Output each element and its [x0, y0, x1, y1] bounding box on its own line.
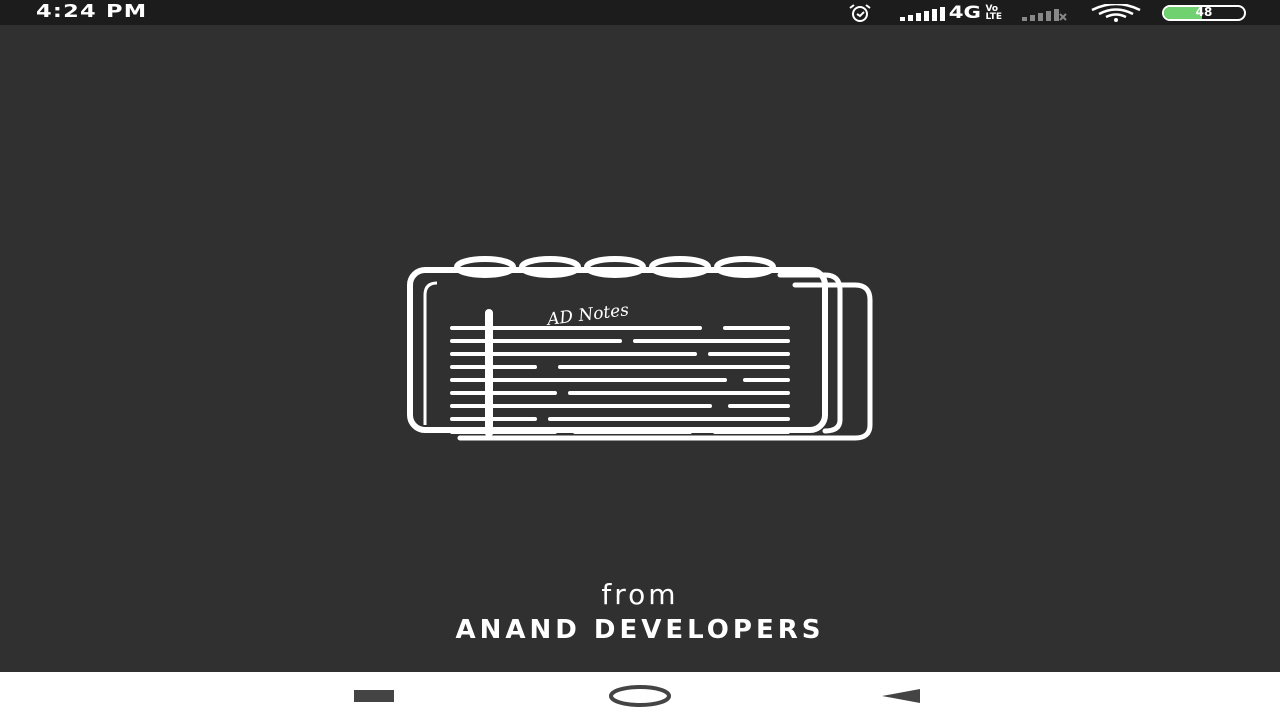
battery-icon: 48: [1162, 4, 1246, 21]
status-bar: 4:24 PM 4G Vo LTE 48: [0, 0, 1280, 25]
battery-level: 48: [1195, 4, 1213, 19]
volte-icon: Vo LTE: [985, 4, 1002, 22]
wifi-icon: [1091, 3, 1141, 22]
network-type: 4G: [948, 2, 981, 23]
recents-icon: [354, 690, 394, 702]
volte-bottom-label: LTE: [985, 11, 1002, 22]
alarm-icon: [849, 3, 871, 22]
notepad-logo-icon: AD Notes: [407, 256, 873, 441]
developer-name: ANAND DEVELOPERS: [455, 615, 825, 645]
signal-2-icon: [1022, 8, 1067, 21]
logo-title: AD Notes: [544, 300, 630, 330]
status-time: 4:24 PM: [36, 1, 148, 22]
splash-screen: AD Notes from ANAND DEVELOPERS: [0, 25, 1280, 672]
back-button[interactable]: [860, 672, 940, 720]
back-icon: [882, 689, 920, 703]
status-icons: 4G Vo LTE 48: [840, 0, 1246, 25]
signal-icon: [899, 6, 945, 21]
home-button[interactable]: [600, 672, 680, 720]
recents-button[interactable]: [334, 672, 414, 720]
navigation-bar: [0, 672, 1280, 720]
from-label: from: [601, 578, 679, 611]
home-icon: [609, 685, 671, 707]
